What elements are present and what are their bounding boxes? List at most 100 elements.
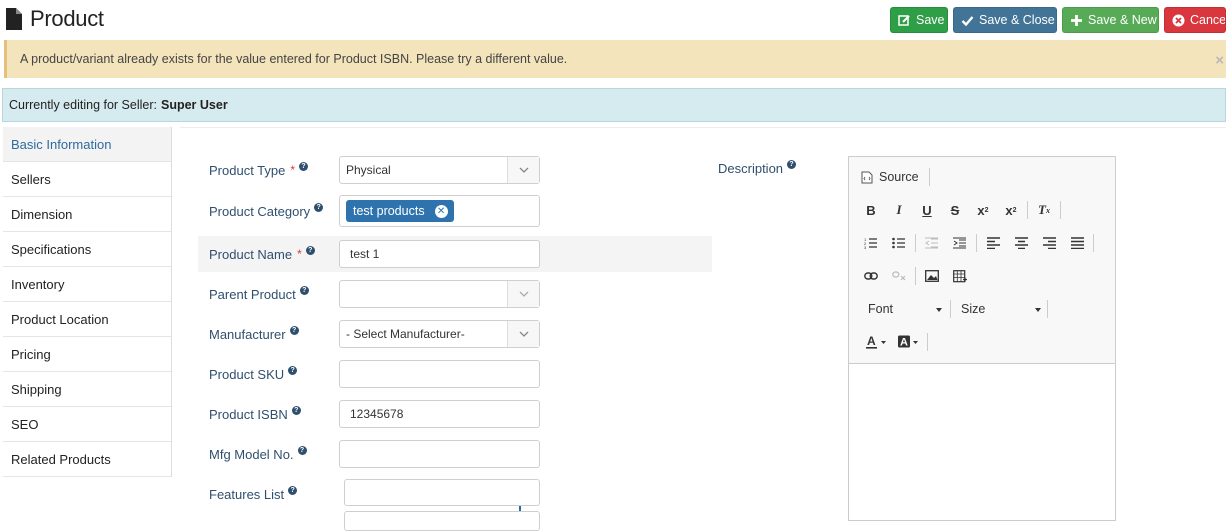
remove-format-icon[interactable]: Tx [1030, 199, 1058, 221]
save-close-label: Save & Close [979, 13, 1055, 27]
size-dropdown[interactable]: Size [953, 298, 1045, 320]
mfg-model-input[interactable] [339, 440, 540, 468]
nav-item-seo[interactable]: SEO [3, 407, 171, 442]
features-list-input-2[interactable] [344, 511, 540, 531]
align-left-icon[interactable] [979, 232, 1007, 254]
parent-product-row: Parent Product ? [198, 276, 712, 312]
help-icon[interactable]: ? [288, 365, 298, 375]
input-value: test 1 [350, 247, 380, 261]
save-new-label: Save & New [1088, 13, 1157, 27]
product-type-row: Product Type * ? Physical [198, 152, 712, 188]
unlink-icon[interactable] [885, 265, 913, 287]
source-button[interactable]: Source [861, 170, 919, 184]
nav-item-label: Sellers [11, 171, 51, 187]
nav-item-basic-information[interactable]: Basic Information [3, 127, 171, 162]
numbered-list-icon[interactable]: 123 [857, 232, 885, 254]
toolbar-separator [1093, 234, 1094, 252]
toolbar-row-color: A A [861, 331, 930, 353]
font-label: Font [868, 302, 894, 316]
text-color-icon[interactable]: A [861, 331, 893, 353]
help-icon[interactable]: ? [787, 160, 797, 169]
remove-tag-icon[interactable]: ✕ [434, 204, 448, 218]
features-list-input[interactable] [344, 479, 540, 506]
nav-item-inventory[interactable]: Inventory [3, 267, 171, 302]
help-icon[interactable]: ? [297, 445, 307, 455]
label-text: Mfg Model No. [209, 446, 294, 462]
help-icon[interactable]: ? [299, 161, 309, 171]
help-icon[interactable]: ? [314, 202, 324, 212]
label-text: Product ISBN [209, 406, 288, 422]
toolbar-separator [915, 267, 916, 285]
label-text: Product Type [209, 162, 286, 178]
indent-icon[interactable] [946, 232, 974, 254]
background-color-icon[interactable]: A [893, 331, 925, 353]
save-new-button[interactable]: Save & New [1062, 7, 1159, 33]
nav-item-pricing[interactable]: Pricing [3, 337, 171, 372]
size-label: Size [961, 302, 986, 316]
product-sku-label: Product SKU ? [209, 365, 298, 382]
save-button[interactable]: Save [890, 7, 948, 33]
product-sku-input[interactable] [339, 360, 540, 388]
product-isbn-input[interactable]: 12345678 [339, 400, 540, 428]
bulleted-list-icon[interactable] [885, 232, 913, 254]
nav-item-sellers[interactable]: Sellers [3, 162, 171, 197]
outdent-icon[interactable] [918, 232, 946, 254]
product-name-input[interactable]: test 1 [339, 240, 540, 268]
nav-item-label: SEO [11, 416, 39, 432]
product-category-label: Product Category ? [209, 202, 324, 219]
label-text: Parent Product [209, 286, 296, 302]
help-icon[interactable]: ? [289, 325, 299, 335]
label-text: Product Name [209, 246, 293, 262]
bold-icon[interactable]: B [857, 199, 885, 221]
chevron-down-icon [936, 308, 942, 312]
chevron-down-icon [507, 157, 539, 183]
underline-icon[interactable]: U [913, 199, 941, 221]
nav-item-specifications[interactable]: Specifications [3, 232, 171, 267]
category-tag: test products ✕ [346, 200, 454, 222]
align-center-icon[interactable] [1007, 232, 1035, 254]
nav-item-related-products[interactable]: Related Products [3, 442, 171, 477]
font-dropdown[interactable]: Font [861, 298, 946, 320]
italic-icon[interactable]: I [885, 199, 913, 221]
rich-text-editor: Source B I U S x2 x2 Tx 123 Font Size A … [848, 156, 1116, 521]
manufacturer-row: Manufacturer ? - Select Manufacturer- [198, 316, 712, 352]
product-category-multiselect[interactable]: test products ✕ [339, 195, 540, 227]
superscript-icon[interactable]: x2 [997, 199, 1025, 221]
link-icon[interactable] [857, 265, 885, 287]
justify-icon[interactable] [1063, 232, 1091, 254]
help-icon[interactable]: ? [305, 245, 315, 255]
help-icon[interactable]: ? [288, 485, 298, 495]
nav-item-label: Pricing [11, 346, 51, 362]
subscript-icon[interactable]: x2 [969, 199, 997, 221]
save-close-button[interactable]: Save & Close [953, 7, 1057, 33]
editor-toolbar: Source B I U S x2 x2 Tx 123 Font Size A … [849, 157, 1115, 364]
close-icon[interactable]: × [1215, 52, 1224, 69]
cancel-label: Cancel [1190, 13, 1226, 27]
nav-item-shipping[interactable]: Shipping [3, 372, 171, 407]
tag-label: test products [353, 204, 425, 218]
features-list-label: Features List ? [209, 485, 298, 502]
cancel-button[interactable]: Cancel [1164, 7, 1226, 33]
parent-product-select[interactable] [339, 280, 540, 308]
chevron-down-icon [507, 321, 539, 347]
nav-item-label: Shipping [11, 381, 62, 397]
page-title-text: Product [30, 6, 104, 31]
help-icon[interactable]: ? [299, 285, 309, 295]
required-marker: * [290, 163, 296, 177]
toolbar-row-format: B I U S x2 x2 Tx [857, 199, 1063, 221]
nav-item-label: Inventory [11, 276, 65, 292]
align-right-icon[interactable] [1035, 232, 1063, 254]
table-icon[interactable] [946, 265, 974, 287]
section-nav: Basic Information Sellers Dimension Spec… [3, 127, 172, 477]
strikethrough-icon[interactable]: S [941, 199, 969, 221]
product-isbn-label: Product ISBN ? [209, 405, 301, 422]
nav-item-product-location[interactable]: Product Location [3, 302, 171, 337]
product-type-select[interactable]: Physical [339, 156, 540, 184]
nav-item-dimension[interactable]: Dimension [3, 197, 171, 232]
image-icon[interactable] [918, 265, 946, 287]
manufacturer-select[interactable]: - Select Manufacturer- [339, 320, 540, 348]
help-icon[interactable]: ? [291, 405, 301, 415]
editor-content-area[interactable] [849, 364, 1115, 521]
plus-icon [1070, 14, 1083, 27]
parent-product-label: Parent Product ? [209, 285, 309, 302]
